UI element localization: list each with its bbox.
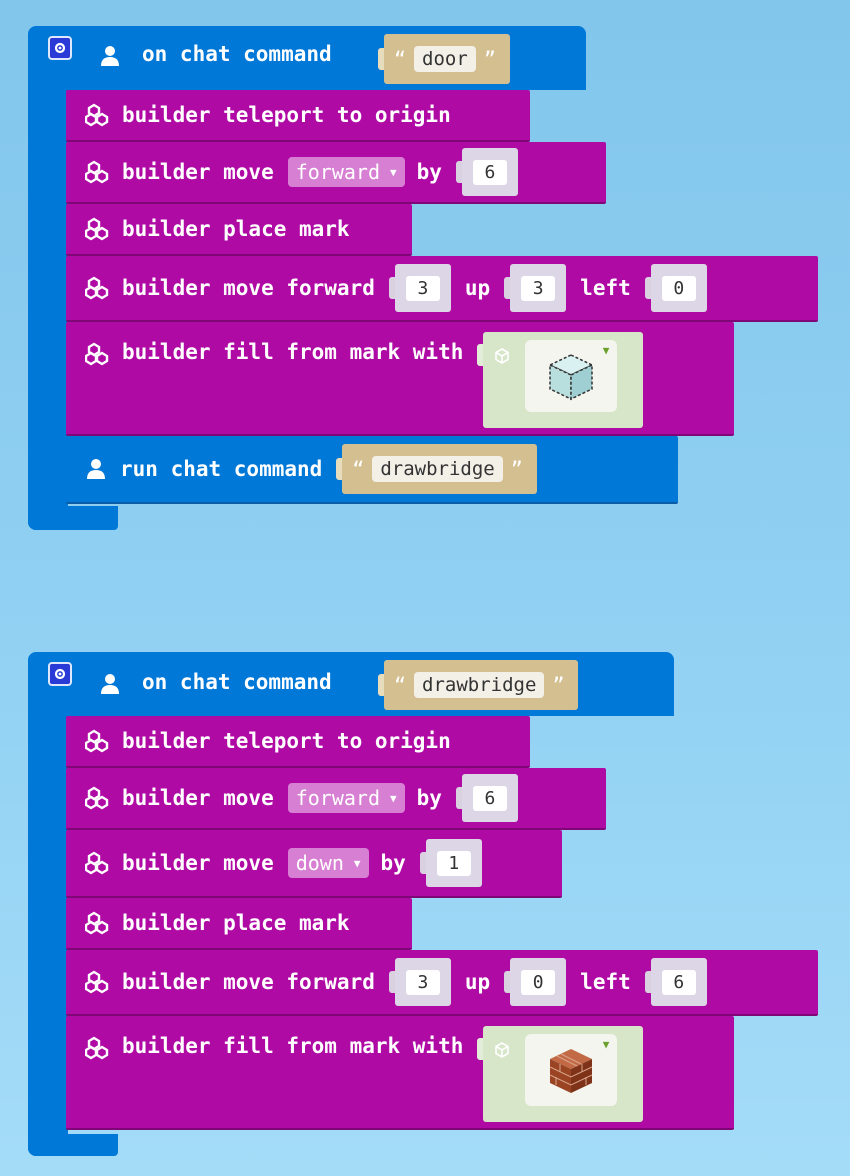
place-mark-block[interactable]: builder place mark	[66, 204, 412, 256]
builder-icon	[84, 849, 112, 877]
row-keyword: builder fill from mark with	[122, 1034, 464, 1058]
row-keyword: builder move forward	[122, 970, 375, 994]
move-xyz-block[interactable]: builder move forward 3 up 3 left 0	[66, 256, 818, 322]
up-label: up	[464, 970, 491, 994]
row-keyword: builder move forward	[122, 276, 375, 300]
run-string-value[interactable]: drawbridge	[372, 456, 503, 482]
forward-field[interactable]: 3	[394, 264, 451, 312]
up-label: up	[464, 276, 491, 300]
move-block[interactable]: builder move forward ▼ by 6	[66, 768, 606, 830]
command-string-field[interactable]: “door”	[384, 34, 510, 84]
direction-dropdown[interactable]: down ▼	[287, 848, 369, 878]
forward-value[interactable]: 3	[405, 969, 440, 995]
direction-value: forward	[295, 786, 381, 810]
person-icon	[98, 672, 122, 700]
by-label: by	[416, 786, 442, 810]
header-keyword: on chat command	[142, 42, 332, 66]
fill-block[interactable]: builder fill from mark with ▼	[66, 322, 734, 436]
builder-icon	[84, 784, 112, 812]
row-keyword: builder teleport to origin	[122, 103, 451, 127]
builder-icon	[84, 215, 112, 243]
header-keyword: on chat command	[142, 670, 332, 694]
gear-icon[interactable]	[48, 36, 72, 60]
builder-icon	[84, 1034, 112, 1062]
left-label: left	[580, 970, 631, 994]
row-keyword: builder place mark	[122, 217, 350, 241]
by-label: by	[416, 160, 442, 184]
by-label: by	[380, 851, 406, 875]
run-chat-command-block[interactable]: run chat command “drawbridge”	[66, 436, 678, 504]
row-keyword: builder move	[122, 851, 274, 875]
teleport-block[interactable]: builder teleport to origin	[66, 90, 530, 142]
dropdown-arrow-icon: ▼	[602, 1038, 610, 1051]
row-keyword: builder move	[122, 786, 274, 810]
move-block[interactable]: builder move forward ▼ by 6	[66, 142, 606, 204]
direction-dropdown[interactable]: forward ▼	[287, 783, 405, 813]
builder-icon	[84, 340, 112, 368]
forward-value[interactable]: 3	[405, 275, 440, 301]
dropdown-arrow-icon: ▼	[390, 165, 397, 179]
builder-icon	[84, 968, 112, 996]
builder-icon	[84, 274, 112, 302]
left-field[interactable]: 6	[650, 958, 707, 1006]
row-keyword: builder place mark	[122, 911, 350, 935]
left-value[interactable]: 0	[661, 275, 696, 301]
gear-icon[interactable]	[48, 662, 72, 686]
amount-field[interactable]: 1	[425, 839, 482, 887]
builder-icon	[84, 727, 112, 755]
builder-icon	[84, 158, 112, 186]
fill-block[interactable]: builder fill from mark with ▼	[66, 1016, 734, 1130]
direction-value: forward	[295, 160, 381, 184]
block-picker[interactable]: ▼	[483, 1026, 644, 1122]
cube-outline-icon	[493, 346, 511, 370]
row-keyword: builder teleport to origin	[122, 729, 451, 753]
glass-block-icon[interactable]: ▼	[525, 340, 618, 412]
command-string-value[interactable]: drawbridge	[414, 672, 545, 698]
up-field[interactable]: 0	[510, 958, 567, 1006]
teleport-block[interactable]: builder teleport to origin	[66, 716, 530, 768]
run-string-field[interactable]: “drawbridge”	[342, 444, 537, 494]
dropdown-arrow-icon: ▼	[353, 856, 361, 870]
up-field[interactable]: 3	[510, 264, 567, 312]
amount-field[interactable]: 6	[461, 774, 518, 822]
place-mark-block[interactable]: builder place mark	[66, 898, 412, 950]
row-keyword: builder fill from mark with	[122, 340, 464, 364]
left-value[interactable]: 6	[661, 969, 696, 995]
person-icon	[98, 44, 122, 72]
row-keyword: builder move	[122, 160, 274, 184]
up-value[interactable]: 3	[521, 275, 556, 301]
builder-icon	[84, 909, 112, 937]
move-block[interactable]: builder move down ▼ by 1	[66, 830, 562, 898]
run-keyword: run chat command	[120, 457, 323, 481]
move-xyz-block[interactable]: builder move forward 3 up 0 left 6	[66, 950, 818, 1016]
block-picker[interactable]: ▼	[483, 332, 644, 428]
direction-value: down	[295, 851, 344, 875]
builder-icon	[84, 101, 112, 129]
dropdown-arrow-icon: ▼	[602, 344, 610, 357]
amount-value[interactable]: 6	[472, 785, 507, 811]
amount-field[interactable]: 6	[461, 148, 518, 196]
brick-block-icon[interactable]: ▼	[525, 1034, 618, 1106]
command-string-value[interactable]: door	[414, 46, 476, 72]
amount-value[interactable]: 1	[436, 850, 471, 876]
up-value[interactable]: 0	[521, 969, 556, 995]
cube-outline-icon	[493, 1040, 511, 1064]
amount-value[interactable]: 6	[472, 159, 507, 185]
direction-dropdown[interactable]: forward ▼	[287, 157, 405, 187]
dropdown-arrow-icon: ▼	[390, 791, 397, 805]
left-label: left	[580, 276, 631, 300]
command-string-field[interactable]: “drawbridge”	[384, 660, 579, 710]
left-field[interactable]: 0	[650, 264, 707, 312]
person-icon	[84, 457, 108, 481]
forward-field[interactable]: 3	[394, 958, 451, 1006]
